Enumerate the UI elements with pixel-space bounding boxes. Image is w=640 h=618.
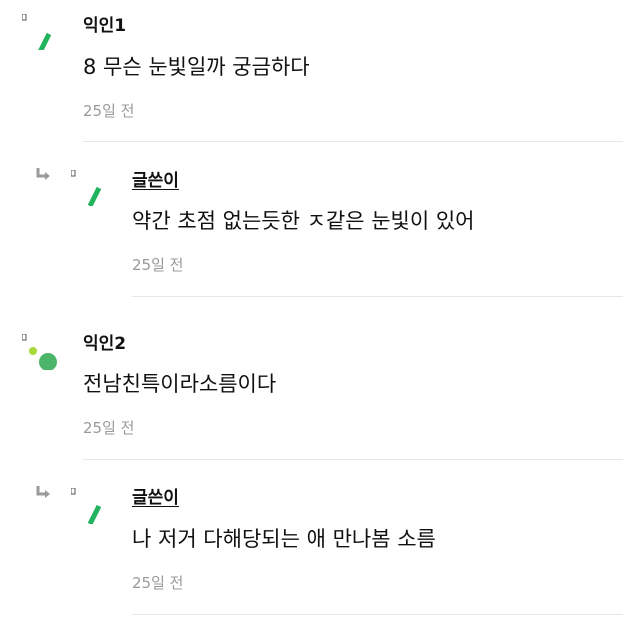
comment-divider <box>132 296 623 297</box>
comment-text: 나 저거 다해당되는 애 만나봄 소름 <box>132 527 436 551</box>
green-dots-avatar-icon[interactable] <box>22 334 58 370</box>
reply-item: 글쓴이 나 저거 다해당되는 애 만나봄 소름 25일 전 <box>0 462 640 618</box>
comment-author[interactable]: 익인1 <box>83 15 126 37</box>
comment-author[interactable]: 익인2 <box>83 333 126 355</box>
comment-author-op[interactable]: 글쓴이 <box>132 170 179 192</box>
reply-arrow-icon <box>36 168 50 180</box>
comment-text: 8 무슨 눈빛일까 궁금하다 <box>83 55 310 79</box>
green-slash-avatar-icon[interactable] <box>71 170 107 206</box>
comment-divider <box>83 141 623 142</box>
comment-item: 익인2 전남친특이라소름이다 25일 전 <box>0 300 640 462</box>
green-slash-avatar-icon[interactable] <box>22 14 58 50</box>
comment-time: 25일 전 <box>132 256 184 274</box>
comment-time: 25일 전 <box>132 574 184 592</box>
green-slash-avatar-icon[interactable] <box>71 488 107 524</box>
comment-text: 전남친특이라소름이다 <box>83 372 277 396</box>
comment-time: 25일 전 <box>83 102 135 120</box>
comment-divider <box>132 614 623 615</box>
comment-text: 약간 초점 없는듯한 ㅈ같은 눈빛이 있어 <box>132 209 475 233</box>
comment-divider <box>83 459 623 460</box>
comment-time: 25일 전 <box>83 419 135 437</box>
reply-arrow-icon <box>36 486 50 498</box>
comment-author-op[interactable]: 글쓴이 <box>132 487 179 509</box>
comment-item: 익인1 8 무슨 눈빛일까 궁금하다 25일 전 <box>0 0 640 145</box>
reply-item: 글쓴이 약간 초점 없는듯한 ㅈ같은 눈빛이 있어 25일 전 <box>0 145 640 300</box>
